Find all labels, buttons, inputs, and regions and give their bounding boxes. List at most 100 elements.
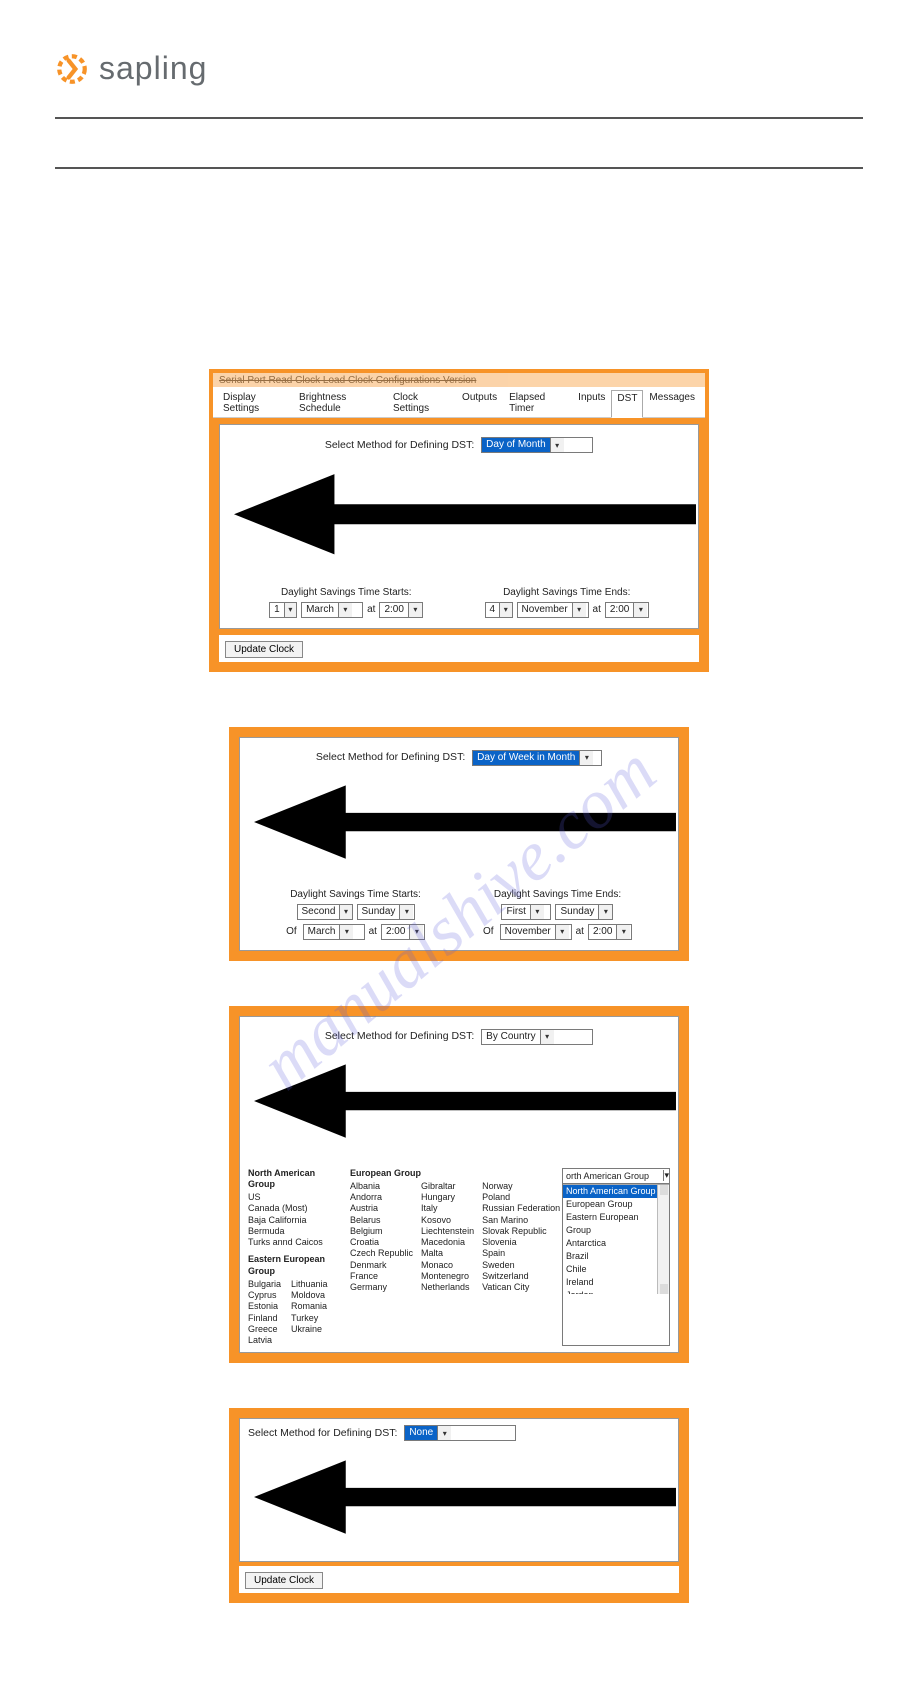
country-item: Poland — [482, 1192, 560, 1203]
tab-inputs[interactable]: Inputs — [572, 389, 611, 417]
tab-clock-settings[interactable]: Clock Settings — [387, 389, 456, 417]
chevron-down-icon: ▾ — [555, 925, 569, 939]
country-item: Albania — [350, 1181, 413, 1192]
country-item: Malta — [421, 1248, 474, 1259]
dst-method-select[interactable]: By Country ▾ — [481, 1029, 593, 1045]
country-item: Croatia — [350, 1237, 413, 1248]
end-time-select[interactable]: 2:00▾ — [588, 924, 632, 940]
start-month-select[interactable]: March▾ — [303, 924, 365, 940]
country-item: Estonia — [248, 1301, 281, 1312]
start-time-select[interactable]: 2:00▾ — [381, 924, 425, 940]
country-group-listbox[interactable]: orth American Group ▾ North American Gro… — [562, 1168, 670, 1347]
dst-starts-label: Daylight Savings Time Starts: — [286, 889, 425, 900]
end-month-select[interactable]: November▾ — [500, 924, 572, 940]
dst-panel-day-of-week: Select Method for Defining DST: Day of W… — [229, 727, 689, 961]
chevron-down-icon: ▾ — [572, 603, 586, 617]
tab-outputs[interactable]: Outputs — [456, 389, 503, 417]
country-item: Lithuania — [291, 1279, 328, 1290]
chevron-down-icon: ▾ — [616, 925, 630, 939]
country-item: Turks annd Caicos — [248, 1237, 338, 1248]
update-clock-button[interactable]: Update Clock — [245, 1572, 323, 1589]
chevron-down-icon: ▾ — [598, 905, 612, 919]
end-dow-select[interactable]: Sunday▾ — [555, 904, 613, 920]
at-label: at — [576, 926, 584, 937]
country-item: Vatican City — [482, 1282, 560, 1293]
dst-method-select[interactable]: None ▾ — [404, 1425, 516, 1441]
country-item: Bermuda — [248, 1226, 338, 1237]
list-item[interactable]: Jordan — [563, 1289, 669, 1294]
country-item: Moldova — [291, 1290, 328, 1301]
chevron-down-icon: ▾ — [499, 603, 511, 617]
end-time-select[interactable]: 2:00▾ — [605, 602, 649, 618]
list-item[interactable]: European Group — [563, 1198, 669, 1211]
rule-top — [55, 117, 863, 119]
tab-display-settings[interactable]: Display Settings — [217, 389, 293, 417]
country-item: Liechtenstein — [421, 1226, 474, 1237]
tab-brightness-schedule[interactable]: Brightness Schedule — [293, 389, 387, 417]
country-item: Netherlands — [421, 1282, 474, 1293]
start-ordinal-select[interactable]: Second▾ — [297, 904, 353, 920]
arrow-annotation-icon — [254, 1544, 676, 1556]
start-time-select[interactable]: 2:00▾ — [379, 602, 423, 618]
country-item: Spain — [482, 1248, 560, 1259]
country-item: Andorra — [350, 1192, 413, 1203]
brand-logo: sapling — [55, 50, 863, 87]
update-clock-button[interactable]: Update Clock — [225, 641, 303, 658]
country-item: Greece — [248, 1324, 281, 1335]
arrow-annotation-icon — [234, 566, 696, 578]
dst-method-select[interactable]: Day of Week in Month ▾ — [472, 750, 602, 766]
chevron-down-icon: ▾ — [338, 603, 352, 617]
list-item[interactable]: Antarctica — [563, 1237, 669, 1250]
end-month-select[interactable]: November▾ — [517, 602, 589, 618]
country-item: Russian Federation — [482, 1203, 560, 1214]
tab-bar: Display Settings Brightness Schedule Clo… — [213, 387, 705, 418]
list-item[interactable]: Chile — [563, 1263, 669, 1276]
end-day-select[interactable]: 4▾ — [485, 602, 513, 618]
list-item[interactable]: Ireland — [563, 1276, 669, 1289]
at-label: at — [369, 926, 377, 937]
dst-method-label: Select Method for Defining DST: — [316, 751, 465, 763]
country-item: Finland — [248, 1313, 281, 1324]
chevron-down-icon: ▾ — [579, 751, 593, 765]
dst-panel-by-country: Select Method for Defining DST: By Count… — [229, 1006, 689, 1364]
start-dow-select[interactable]: Sunday▾ — [357, 904, 415, 920]
chevron-down-icon: ▾ — [550, 438, 564, 452]
scrollbar[interactable] — [657, 1185, 669, 1294]
country-item: Montenegro — [421, 1271, 474, 1282]
list-item[interactable]: North American Group — [563, 1185, 669, 1198]
end-ordinal-select[interactable]: First▾ — [501, 904, 551, 920]
tab-elapsed-timer[interactable]: Elapsed Timer — [503, 389, 572, 417]
country-item: Switzerland — [482, 1271, 560, 1282]
brand-text: sapling — [99, 50, 207, 87]
country-item: San Marino — [482, 1215, 560, 1226]
chevron-down-icon: ▾ — [284, 603, 296, 617]
country-item: Bulgaria — [248, 1279, 281, 1290]
chevron-down-icon: ▾ — [408, 603, 422, 617]
list-item[interactable]: Brazil — [563, 1250, 669, 1263]
country-item: France — [350, 1271, 413, 1282]
country-item: Monaco — [421, 1260, 474, 1271]
chevron-down-icon: ▾ — [339, 925, 353, 939]
dst-method-label: Select Method for Defining DST: — [248, 1427, 397, 1439]
country-item: Denmark — [350, 1260, 413, 1271]
chevron-down-icon: ▾ — [437, 1426, 451, 1440]
dst-method-label: Select Method for Defining DST: — [325, 439, 474, 451]
dst-method-select[interactable]: Day of Month ▾ — [481, 437, 593, 453]
tab-messages[interactable]: Messages — [643, 389, 701, 417]
chevron-down-icon: ▾ — [633, 603, 647, 617]
tab-dst[interactable]: DST — [611, 390, 643, 418]
dst-panel-day-of-month: Serial Port Read Clock Load Clock Config… — [209, 369, 709, 672]
start-month-select[interactable]: March▾ — [301, 602, 363, 618]
country-item: Belgium — [350, 1226, 413, 1237]
at-label: at — [367, 604, 375, 615]
country-item: Kosovo — [421, 1215, 474, 1226]
country-item: Norway — [482, 1181, 560, 1192]
dst-ends-label: Daylight Savings Time Ends: — [485, 587, 649, 598]
country-item: Austria — [350, 1203, 413, 1214]
country-item: Turkey — [291, 1313, 328, 1324]
list-item[interactable]: Eastern European Group — [563, 1211, 669, 1237]
chevron-down-icon: ▾ — [540, 1030, 554, 1044]
country-item: Belarus — [350, 1215, 413, 1226]
start-day-select[interactable]: 1▾ — [269, 602, 297, 618]
chevron-down-icon: ▾ — [530, 905, 544, 919]
